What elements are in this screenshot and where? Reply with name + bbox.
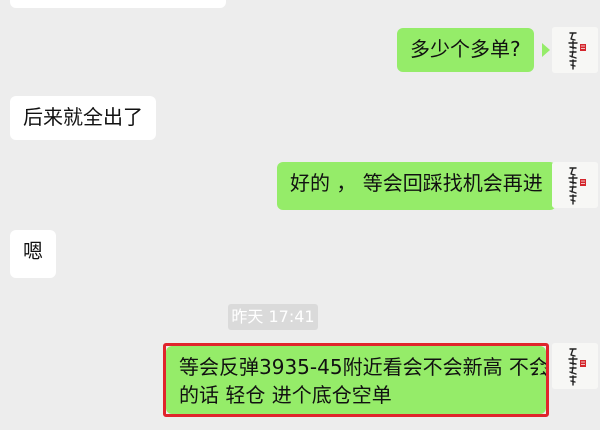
message-bubble-outgoing[interactable]: 好的 ， 等会回踩找机会再进: [277, 162, 556, 210]
message-text-line: 的话 轻仓 进个底仓空单: [179, 383, 392, 407]
message-bubble-incoming[interactable]: 嗯: [10, 230, 56, 278]
message-text: 嗯: [23, 239, 43, 263]
avatar[interactable]: [552, 343, 598, 389]
avatar[interactable]: [552, 27, 598, 73]
message-bubble-incoming[interactable]: 后来就全出了: [10, 96, 156, 140]
message-text: 多少个多单?: [410, 37, 521, 61]
message-bubble-partial[interactable]: [10, 0, 226, 8]
message-text-line: 等会反弹3935-45附近看会不会新高 不会: [179, 355, 549, 379]
bubble-tail: [542, 43, 550, 57]
calligraphy-seal-icon: [552, 162, 598, 208]
message-bubble-outgoing[interactable]: 多少个多单?: [397, 28, 534, 72]
timestamp: 昨天 17:41: [228, 304, 318, 330]
avatar[interactable]: [552, 162, 598, 208]
calligraphy-seal-icon: [552, 27, 598, 73]
bubble-tail: [542, 179, 550, 193]
message-text: 好的 ， 等会回踩找机会再进: [290, 171, 543, 195]
bubble-tail: [538, 362, 546, 376]
chat-area[interactable]: 多少个多单? 后来就全出了 好的 ， 等会回踩找机会再进 嗯 昨天 17:41 …: [0, 0, 600, 430]
calligraphy-seal-icon: [552, 343, 598, 389]
message-bubble-outgoing[interactable]: 等会反弹3935-45附近看会不会新高 不会 的话 轻仓 进个底仓空单: [166, 346, 549, 414]
message-text: 后来就全出了: [23, 105, 143, 129]
